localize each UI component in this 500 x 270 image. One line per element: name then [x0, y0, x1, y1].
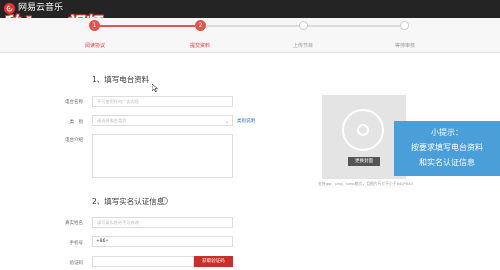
step-2-label: 提交资料	[189, 43, 210, 49]
realname-input[interactable]: 填写真实姓名不可修改	[92, 217, 233, 228]
step-4-marker	[400, 21, 409, 30]
phone-input[interactable]	[92, 236, 233, 247]
disc-icon	[342, 109, 384, 151]
progress-steps: 1 2 阅读协议 提交资料 上传节目 等待审核	[0, 18, 500, 53]
realname-label: 真实姓名	[65, 221, 83, 226]
tip-title: 小提示：	[431, 128, 463, 137]
category-select-value: 请选择电台类别	[97, 118, 127, 123]
section-realname-title: 2、填写实名认证信息	[92, 197, 165, 206]
info-icon[interactable]: i	[160, 197, 168, 205]
radio-intro-label: 电台介绍	[65, 138, 83, 143]
section-radio-info-title: 1、填写电台资料	[92, 75, 150, 84]
change-cover-button[interactable]: 更换封面	[348, 157, 380, 166]
verification-code-label: 验证码	[69, 261, 84, 266]
phone-label: 手机号	[69, 241, 84, 246]
chevron-down-icon: ⌄	[224, 119, 229, 125]
mouse-cursor-icon	[152, 84, 158, 92]
cover-format-note: 支持jpg、png、bmp格式，且图片尺寸不小于640*640	[318, 181, 413, 186]
step-2-marker: 2	[195, 20, 206, 31]
step-connector-done	[95, 25, 195, 27]
category-select[interactable]: 请选择电台类别 ⌄	[92, 115, 233, 126]
tip-line-1: 按要求填写电台资料	[411, 143, 483, 152]
step-connector	[304, 25, 404, 27]
step-1-marker: 1	[89, 20, 100, 31]
radio-name-input[interactable]: 不可使用任何广告内容	[92, 96, 233, 107]
step-1-label: 阅读协议	[84, 43, 105, 49]
category-help-link[interactable]: 类别说明	[237, 118, 255, 124]
step-3-marker	[299, 21, 308, 30]
tip-overlay: 小提示： 按要求填写电台资料 和实名认证信息	[394, 121, 500, 176]
get-code-button[interactable]: 获取验证码	[194, 256, 233, 267]
step-4-label: 等待审核	[394, 43, 415, 49]
step-3-label: 上传节目	[292, 43, 313, 49]
chevron-down-icon: ▾	[106, 239, 109, 244]
verification-code-input[interactable]	[92, 256, 194, 267]
category-label: 类 别	[69, 120, 84, 125]
radio-intro-textarea[interactable]	[92, 134, 233, 178]
step-connector	[207, 25, 304, 27]
phone-country-code[interactable]: +86	[96, 239, 106, 244]
radio-name-label: 电台名称	[65, 100, 83, 105]
tip-line-2: 和实名认证信息	[419, 158, 475, 167]
